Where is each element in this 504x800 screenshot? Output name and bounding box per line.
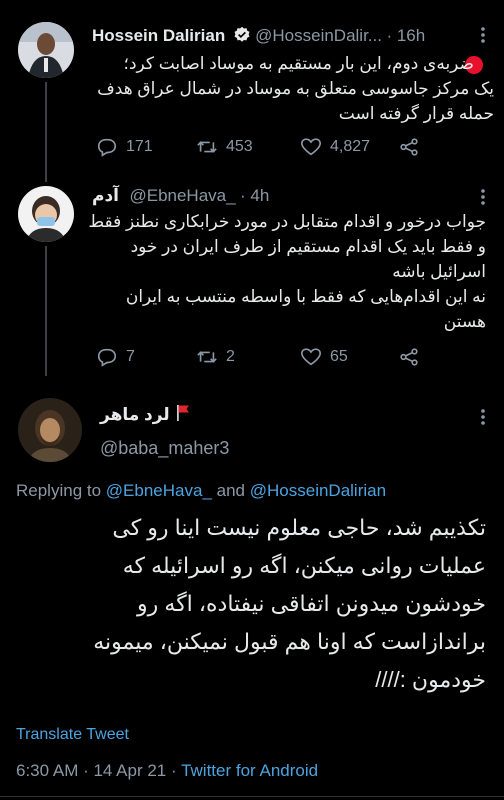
tweet2-reply-count: 7 [126, 348, 135, 365]
tweet2-handle[interactable]: @EbneHava_ [129, 186, 235, 205]
more-options-icon[interactable] [481, 26, 485, 49]
replying-to: Replying to @EbneHava_ and @HosseinDalir… [16, 481, 386, 501]
tweet2-like-button[interactable]: 65 [300, 346, 348, 368]
more-options-icon-2[interactable] [481, 188, 485, 211]
thread-line-2 [45, 246, 47, 376]
main-name[interactable]: لرد ماهر [100, 405, 170, 424]
avatar-maher[interactable] [18, 398, 82, 462]
main-text-line1: تکذیبم شد، حاجی معلوم نیست اینا رو کی [112, 515, 486, 540]
tweet2-text-line4: نه این اقدام‌هایی که فقط با واسطه منتسب … [125, 287, 486, 306]
tweet1-text-line1: ضربه‌ی دوم، این بار مستقیم به موساد اصاب… [123, 54, 474, 73]
tweet-source-link[interactable]: Twitter for Android [181, 761, 318, 780]
share-icon-2 [400, 348, 418, 366]
more-options-icon-3[interactable] [481, 408, 485, 431]
main-text-line2: عملیات روانی میکنن، اگه رو اسرائیله که [122, 553, 486, 578]
tweet1-reply-button[interactable]: 171 [96, 136, 153, 158]
tweet2-reply-button[interactable]: 7 [96, 346, 135, 368]
tweet2-text-line3: اسرائیل باشه [392, 262, 486, 281]
retweet-icon [197, 141, 217, 153]
avatar-adam[interactable] [18, 186, 74, 242]
tweet1-name[interactable]: Hossein Dalirian [92, 26, 225, 45]
main-text-line5: خودمون ://// [375, 667, 486, 692]
tweet1-retweet-count: 453 [226, 138, 253, 155]
translate-tweet-link[interactable]: Translate Tweet [16, 726, 129, 744]
tweet1-like-button[interactable]: 4,827 [300, 136, 370, 158]
tweet1-like-count: 4,827 [330, 138, 371, 155]
heart-icon-2 [301, 348, 321, 366]
tweet2-retweet-count: 2 [226, 348, 235, 365]
tweet2-header: آدم @EbneHava_ · 4h [92, 186, 269, 206]
tweet1-time[interactable]: · 16h [386, 26, 425, 45]
tweet2-share-button[interactable] [398, 346, 420, 368]
tweet1-text-line2: یک مرکز جاسوسی متعلق به موساد در شمال عر… [97, 79, 494, 98]
tweet1-handle[interactable]: @HosseinDalir... [255, 26, 382, 45]
tweet1-header: Hossein Dalirian @HosseinDalir... · 16h [92, 26, 425, 49]
tweet1-reply-count: 171 [126, 138, 153, 155]
heart-icon [301, 138, 321, 156]
reply-icon [97, 138, 117, 157]
red-flag-icon [176, 404, 190, 427]
main-header: لرد ماهر [100, 404, 190, 427]
tweet-timestamp[interactable]: 6:30 AM · 14 Apr 21 · [16, 761, 177, 780]
reply-icon-2 [97, 348, 117, 367]
main-text-line3: خودشون میدونن اتفاقی نیفتاده، اگه رو [137, 591, 486, 616]
verified-badge-icon [233, 26, 251, 49]
avatar-hossein[interactable] [18, 22, 74, 78]
retweet-icon-2 [197, 351, 217, 363]
tweet1-text-line3: حمله قرار گرفته است [338, 104, 494, 123]
main-text-line4: براندازاست که اونا هم قبول نمیکنن، میمون… [93, 629, 486, 654]
tweet2-text-line5: هستن [443, 312, 486, 331]
replying-to-label: Replying to [16, 481, 102, 500]
tweet2-text-line1: جواب درخور و اقدام متقابل در مورد خرابکا… [88, 212, 486, 231]
tweet2-time[interactable]: · 4h [240, 186, 269, 205]
reply-user-link-2[interactable]: @HosseinDalirian [250, 481, 386, 500]
tweet-meta: 6:30 AM · 14 Apr 21 · Twitter for Androi… [16, 761, 318, 781]
tweet2-retweet-button[interactable]: 2 [196, 346, 235, 368]
tweet2-text-line2: و فقط باید یک اقدام مستقیم از طرف ایران … [130, 237, 486, 256]
tweet1-share-button[interactable] [398, 136, 420, 158]
tweet1-retweet-button[interactable]: 453 [196, 136, 253, 158]
tweet2-name[interactable]: آدم [92, 186, 119, 205]
reply-user-link-1[interactable]: @EbneHava_ [106, 481, 212, 500]
bottom-divider [0, 796, 504, 797]
replying-and: and [216, 481, 246, 500]
tweet2-like-count: 65 [330, 348, 348, 365]
share-icon [400, 138, 418, 156]
main-handle[interactable]: @baba_maher3 [100, 438, 229, 459]
thread-line-1 [45, 82, 47, 182]
